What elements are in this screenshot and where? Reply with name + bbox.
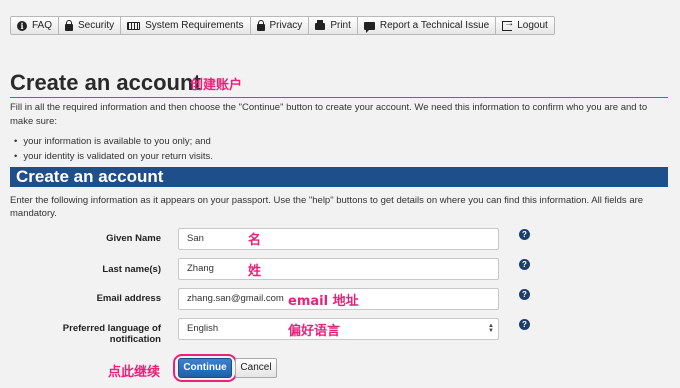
- lock-icon: [65, 19, 74, 31]
- email-annotation: email 地址: [288, 294, 359, 309]
- title-annotation: 创建账户: [190, 78, 243, 93]
- top-toolbar: i FAQ Security System Requirements Priva…: [10, 16, 555, 35]
- continue-button[interactable]: Continue: [178, 358, 232, 378]
- given-name-field[interactable]: San: [178, 228, 499, 250]
- system-requirements-button[interactable]: System Requirements: [120, 16, 251, 35]
- given-name-value: San: [187, 233, 204, 244]
- report-issue-label: Report a Technical Issue: [379, 20, 490, 31]
- faq-label: FAQ: [32, 20, 53, 31]
- privacy-button[interactable]: Privacy: [249, 16, 310, 35]
- help-icon[interactable]: ?: [519, 259, 530, 270]
- system-requirements-label: System Requirements: [145, 20, 244, 31]
- title-divider: [10, 97, 668, 98]
- language-label: Preferred language of notification: [62, 323, 161, 345]
- security-label: Security: [78, 20, 115, 31]
- email-label: Email address: [96, 293, 161, 304]
- intro-text: Fill in all the required information and…: [10, 102, 648, 127]
- security-button[interactable]: Security: [58, 16, 122, 35]
- keyboard-icon: [127, 21, 141, 30]
- faq-button[interactable]: i FAQ: [10, 16, 60, 35]
- section-header: Create an account: [10, 167, 668, 187]
- last-name-annotation: 姓: [248, 264, 262, 279]
- lock-icon: [256, 19, 265, 31]
- language-value: English: [187, 323, 219, 334]
- logout-button[interactable]: Logout: [495, 16, 555, 35]
- help-icon[interactable]: ?: [519, 229, 530, 240]
- printer-icon: [315, 20, 326, 30]
- help-icon[interactable]: ?: [519, 289, 530, 300]
- page-title: Create an account: [10, 70, 201, 95]
- requirements-list: your information is available to you onl…: [22, 134, 213, 164]
- list-item: your identity is validated on your retur…: [22, 149, 213, 164]
- section-description: Enter the following information as it ap…: [10, 195, 644, 219]
- logout-label: Logout: [517, 20, 548, 31]
- last-name-field[interactable]: Zhang: [178, 258, 499, 280]
- last-name-value: Zhang: [187, 263, 214, 274]
- report-issue-button[interactable]: Report a Technical Issue: [356, 16, 497, 35]
- language-annotation: 偏好语言: [288, 324, 341, 339]
- given-name-label: Given Name: [106, 233, 161, 244]
- last-name-label: Last name(s): [102, 264, 161, 275]
- privacy-label: Privacy: [269, 20, 303, 31]
- continue-annotation: 点此继续: [108, 365, 161, 380]
- list-item: your information is available to you onl…: [22, 134, 213, 149]
- email-value: zhang.san@gmail.com: [187, 293, 284, 304]
- logout-icon: [502, 18, 514, 31]
- print-label: Print: [330, 20, 351, 31]
- given-name-annotation: 名: [248, 233, 262, 248]
- help-icon[interactable]: ?: [519, 319, 530, 330]
- select-arrows-icon: ▲ ▼: [488, 323, 494, 334]
- info-icon: i: [17, 20, 27, 31]
- print-button[interactable]: Print: [308, 16, 358, 35]
- chat-icon: [363, 21, 375, 33]
- cancel-button[interactable]: Cancel: [235, 358, 277, 378]
